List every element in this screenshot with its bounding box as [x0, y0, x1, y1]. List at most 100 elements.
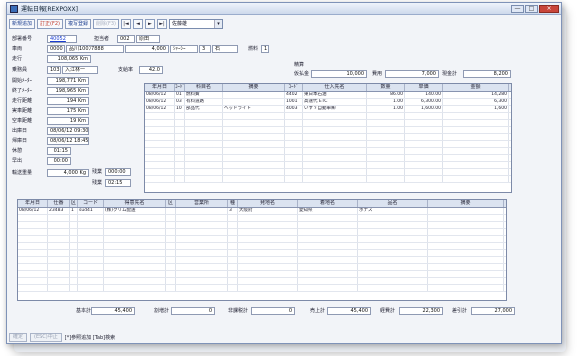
crew-code-field[interactable]: 103 — [47, 66, 61, 74]
column-header[interactable]: 種 — [228, 200, 238, 207]
table-cell[interactable] — [428, 285, 504, 291]
table-cell[interactable] — [70, 264, 78, 270]
table-cell[interactable] — [78, 257, 104, 263]
table-cell[interactable] — [303, 113, 367, 119]
table-cell[interactable] — [104, 243, 166, 249]
table-cell[interactable] — [166, 271, 176, 277]
column-header[interactable]: ｺｰﾄﾞ — [285, 84, 303, 91]
table-cell[interactable] — [166, 222, 176, 228]
table-cell[interactable] — [18, 278, 48, 284]
table-cell[interactable] — [18, 257, 48, 263]
table-cell[interactable] — [223, 176, 285, 182]
table-cell[interactable] — [367, 169, 405, 175]
table-cell[interactable] — [145, 113, 175, 119]
table-row[interactable] — [18, 257, 506, 264]
table-cell[interactable]: 6,300.00 — [405, 99, 443, 105]
table-cell[interactable] — [405, 127, 443, 133]
table-cell[interactable] — [185, 155, 223, 161]
table-cell[interactable] — [303, 155, 367, 161]
table-cell[interactable] — [358, 250, 428, 256]
table-cell[interactable] — [238, 271, 298, 277]
table-cell[interactable]: 3 — [228, 208, 238, 214]
table-cell[interactable] — [443, 169, 509, 175]
table-cell[interactable] — [185, 148, 223, 154]
table-cell[interactable] — [176, 243, 228, 249]
table-cell[interactable] — [166, 243, 176, 249]
table-cell[interactable] — [48, 243, 70, 249]
table-cell[interactable] — [223, 120, 285, 126]
crew-name-field[interactable]: 入江林一 — [62, 66, 98, 74]
table-cell[interactable]: 大阪府 — [238, 208, 298, 214]
table-row[interactable] — [18, 271, 506, 278]
table-cell[interactable] — [104, 229, 166, 235]
table-cell[interactable] — [298, 222, 358, 228]
table-cell[interactable] — [104, 236, 166, 242]
table-cell[interactable] — [428, 243, 504, 249]
table-cell[interactable] — [358, 271, 428, 277]
table-row[interactable] — [18, 243, 506, 250]
table-cell[interactable] — [405, 169, 443, 175]
table-cell[interactable] — [104, 257, 166, 263]
table-cell[interactable] — [367, 148, 405, 154]
table-cell[interactable]: 高速代 ETC — [303, 99, 367, 105]
delivery-grid[interactable]: 年月日 仕番区コード 得意先名区営業所種発地名 着地名 品名 摘要 08/06/12 234… — [17, 199, 507, 301]
table-cell[interactable] — [298, 250, 358, 256]
table-cell[interactable] — [223, 169, 285, 175]
table-cell[interactable] — [358, 243, 428, 249]
table-cell[interactable] — [223, 92, 285, 98]
table-cell[interactable] — [443, 134, 509, 140]
table-row[interactable] — [18, 278, 506, 285]
table-cell[interactable] — [175, 169, 185, 175]
table-cell[interactable] — [78, 271, 104, 277]
table-cell[interactable] — [428, 264, 504, 270]
table-cell[interactable] — [285, 169, 303, 175]
table-cell[interactable] — [78, 229, 104, 235]
table-cell[interactable] — [48, 285, 70, 291]
table-cell[interactable]: 08/06/12 — [145, 99, 175, 105]
table-cell[interactable] — [303, 120, 367, 126]
table-cell[interactable] — [428, 222, 504, 228]
table-cell[interactable] — [358, 236, 428, 242]
table-row[interactable] — [145, 162, 511, 169]
overtime-field[interactable]: 000:00 — [105, 168, 131, 176]
table-cell[interactable] — [18, 222, 48, 228]
table-cell[interactable] — [358, 229, 428, 235]
table-cell[interactable] — [78, 215, 104, 221]
table-cell[interactable] — [405, 155, 443, 161]
table-cell[interactable] — [228, 271, 238, 277]
table-cell[interactable] — [70, 215, 78, 221]
table-cell[interactable]: 1001 — [285, 99, 303, 105]
vehicle-no-field[interactable]: 0000 — [47, 45, 65, 53]
table-cell[interactable] — [285, 120, 303, 126]
table-row[interactable] — [145, 113, 511, 120]
table-cell[interactable] — [443, 120, 509, 126]
table-cell[interactable]: 1.00 — [367, 106, 405, 112]
table-cell[interactable] — [104, 278, 166, 284]
table-cell[interactable] — [78, 250, 104, 256]
table-cell[interactable] — [145, 169, 175, 175]
first-record-button[interactable]: |◄ — [120, 18, 131, 29]
table-cell[interactable] — [303, 127, 367, 133]
table-cell[interactable] — [405, 134, 443, 140]
distance-field[interactable]: 108,065 Km — [47, 55, 91, 63]
table-cell[interactable] — [185, 120, 223, 126]
table-cell[interactable] — [185, 176, 223, 182]
table-cell[interactable] — [443, 148, 509, 154]
table-cell[interactable] — [18, 215, 48, 221]
column-header[interactable]: 営業所 — [176, 200, 228, 207]
dept-no-field[interactable]: 40052 — [47, 35, 77, 43]
table-cell[interactable] — [285, 113, 303, 119]
table-cell[interactable]: 愛知県 — [298, 208, 358, 214]
table-cell[interactable] — [176, 250, 228, 256]
table-cell[interactable] — [303, 169, 367, 175]
table-row[interactable] — [145, 155, 511, 162]
delete-button[interactable]: 削除(F3) — [93, 18, 119, 29]
table-cell[interactable] — [228, 243, 238, 249]
advance-field[interactable]: 10,000 — [311, 70, 367, 78]
table-cell[interactable] — [285, 176, 303, 182]
table-cell[interactable] — [18, 271, 48, 277]
table-row[interactable] — [145, 120, 511, 127]
table-cell[interactable] — [443, 162, 509, 168]
column-header[interactable]: 数量 — [367, 84, 405, 91]
table-cell[interactable] — [185, 162, 223, 168]
